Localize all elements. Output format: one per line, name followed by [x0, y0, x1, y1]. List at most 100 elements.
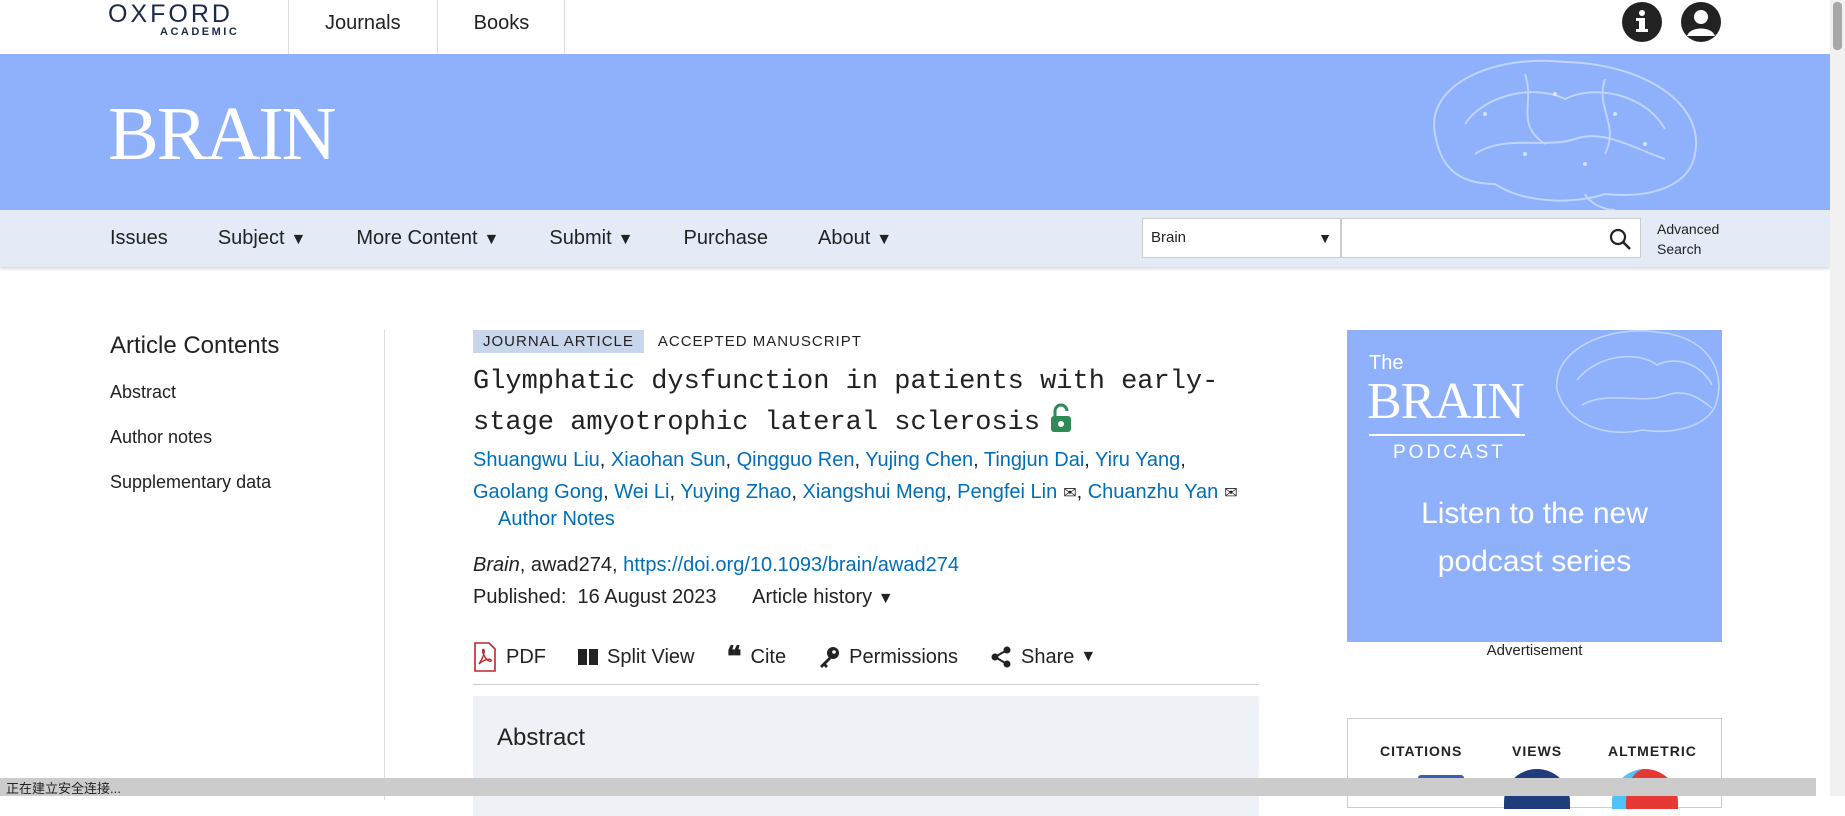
key-icon — [818, 646, 840, 668]
nav-books[interactable]: Books — [436, 0, 566, 54]
caret-down-icon: ▼ — [290, 231, 307, 248]
toc-item-supplementary-data[interactable]: Supplementary data — [110, 472, 271, 517]
pdf-label: PDF — [506, 645, 546, 668]
ad-listen-text: Listen to the new podcast series — [1347, 490, 1722, 586]
article-title-line2-wrap: stage amyotrophic lateral sclerosis — [473, 403, 1233, 444]
split-view-button[interactable]: Split View — [578, 640, 694, 674]
journal-name[interactable]: BRAIN — [108, 94, 336, 174]
author-link[interactable]: Qingguo Ren — [737, 449, 855, 471]
cite-label: Cite — [750, 645, 787, 668]
search-icon[interactable] — [1608, 227, 1632, 251]
caret-down-icon: ▼ — [483, 231, 500, 248]
subnav-more-content[interactable]: More Content ▼ — [356, 227, 499, 250]
info-icon[interactable] — [1622, 2, 1662, 42]
author-link[interactable]: Yujing Chen — [865, 449, 973, 471]
author-link[interactable]: Yiru Yang — [1095, 449, 1180, 471]
advanced-search-line2: Search — [1657, 241, 1702, 257]
article-tags: JOURNAL ARTICLE ACCEPTED MANUSCRIPT — [473, 330, 876, 353]
page-scrollbar[interactable] — [1830, 0, 1845, 796]
caret-down-icon: ▼ — [876, 231, 893, 248]
author-link[interactable]: Tingjun Dai — [984, 449, 1084, 471]
author-link[interactable]: Pengfei Lin — [957, 481, 1057, 503]
subnav-purchase-label: Purchase — [683, 227, 768, 249]
search-input[interactable] — [1341, 218, 1641, 258]
article-id: awad274 — [530, 554, 613, 576]
split-view-label: Split View — [607, 645, 695, 668]
cite-button[interactable]: ❝ Cite — [726, 640, 786, 674]
article-contents-heading: Article Contents — [110, 332, 280, 359]
author-link[interactable]: Xiangshui Meng — [803, 481, 946, 503]
author-link[interactable]: Yuying Zhao — [680, 481, 791, 503]
author-link[interactable]: Gaolang Gong — [473, 481, 603, 503]
envelope-icon[interactable]: ✉ — [1063, 485, 1076, 502]
envelope-icon[interactable]: ✉ — [1224, 485, 1237, 502]
brain-illustration-icon — [1556, 330, 1720, 434]
author-list: Shuangwu Liu, Xiaohan Sun, Qingguo Ren, … — [473, 449, 1238, 503]
caret-down-icon: ▼ — [617, 231, 634, 248]
advanced-search-link[interactable]: Advanced Search — [1657, 219, 1719, 259]
podcast-advertisement[interactable]: The BRAIN PODCAST Listen to the new podc… — [1347, 330, 1722, 642]
subnav-issues-label: Issues — [110, 227, 168, 249]
subnav-submit[interactable]: Submit ▼ — [549, 227, 633, 250]
column-divider — [384, 330, 385, 800]
split-view-icon — [578, 648, 598, 666]
ad-listen-line2: podcast series — [1437, 545, 1632, 578]
advanced-search-line1: Advanced — [1657, 221, 1720, 237]
subnav-issues[interactable]: Issues — [110, 227, 168, 250]
subnav-subject-label: Subject — [217, 227, 285, 249]
abstract-heading: Abstract — [497, 724, 586, 751]
author-link[interactable]: Xiaohan Sun — [611, 449, 726, 471]
share-button[interactable]: Share ▼ — [990, 640, 1096, 674]
user-icon[interactable] — [1681, 2, 1721, 42]
altmetric-label: ALTMETRIC — [1608, 743, 1697, 759]
article-status-badge: ACCEPTED MANUSCRIPT — [657, 333, 862, 350]
top-nav: Journals Books — [288, 0, 566, 54]
toc-item-abstract[interactable]: Abstract — [110, 382, 271, 427]
share-label: Share — [1021, 645, 1075, 668]
journal-subnav: Issues Subject ▼ More Content ▼ Submit ▼ Pu… — [0, 210, 1830, 267]
ad-brain-text: BRAIN — [1367, 373, 1525, 430]
toc-item-author-notes[interactable]: Author notes — [110, 427, 271, 472]
brain-illustration-icon — [1433, 59, 1698, 210]
journal-banner: BRAIN — [0, 54, 1830, 210]
logo-main-text: OXFORD — [108, 0, 233, 28]
permissions-label: Permissions — [849, 645, 959, 668]
subnav-subject[interactable]: Subject ▼ — [218, 227, 307, 250]
logo-sub-text: ACADEMIC — [160, 26, 240, 38]
oxford-academic-logo[interactable]: OXFORD ACADEMIC — [108, 2, 258, 42]
nav-journals[interactable]: Journals — [288, 0, 437, 54]
subnav-about-label: About — [817, 227, 871, 249]
subnav-purchase[interactable]: Purchase — [683, 227, 768, 250]
share-icon — [990, 646, 1012, 668]
subnav-submit-label: Submit — [549, 227, 612, 249]
article-history-toggle[interactable]: Article history ▼ — [752, 586, 893, 608]
chevron-down-icon: ▼ — [1318, 230, 1332, 246]
browser-status-bar: 正在建立安全连接... — [0, 778, 1816, 796]
published-date: 16 August 2023 — [577, 586, 717, 608]
top-bar: OXFORD ACADEMIC Journals Books — [0, 0, 1830, 55]
published-label: Published: — [473, 586, 567, 608]
advertisement-label: Advertisement — [1486, 642, 1583, 659]
subnav-about[interactable]: About ▼ — [818, 227, 892, 250]
search-scope-select[interactable]: Brain ▼ — [1142, 218, 1341, 258]
pdf-icon — [473, 642, 497, 672]
author-link[interactable]: Shuangwu Liu — [473, 449, 600, 471]
citations-label: CITATIONS — [1380, 743, 1463, 759]
views-label: VIEWS — [1512, 743, 1563, 759]
article-contents-list: Abstract Author notes Supplementary data — [110, 382, 271, 517]
abstract-section: Abstract — [473, 696, 1259, 816]
ad-divider — [1369, 434, 1525, 436]
pdf-button[interactable]: PDF — [473, 640, 546, 674]
article-type-badge: JOURNAL ARTICLE — [473, 330, 644, 353]
scrollbar-thumb[interactable] — [1833, 2, 1842, 50]
author-notes-link[interactable]: Author Notes — [498, 508, 615, 531]
article-title: Glymphatic dysfunction in patients with … — [473, 362, 1233, 444]
permissions-button[interactable]: Permissions — [818, 640, 958, 674]
article-title-line1: Glymphatic dysfunction in patients with … — [473, 367, 1219, 397]
citation-line: Brain, awad274, https://doi.org/10.1093/… — [473, 554, 959, 576]
doi-link[interactable]: https://doi.org/10.1093/brain/awad274 — [623, 554, 959, 576]
published-line: Published: 16 August 2023 Article histor… — [473, 586, 894, 609]
quote-icon: ❝ — [726, 640, 742, 673]
author-link[interactable]: Wei Li — [614, 481, 669, 503]
author-link[interactable]: Chuanzhu Yan — [1088, 481, 1218, 503]
